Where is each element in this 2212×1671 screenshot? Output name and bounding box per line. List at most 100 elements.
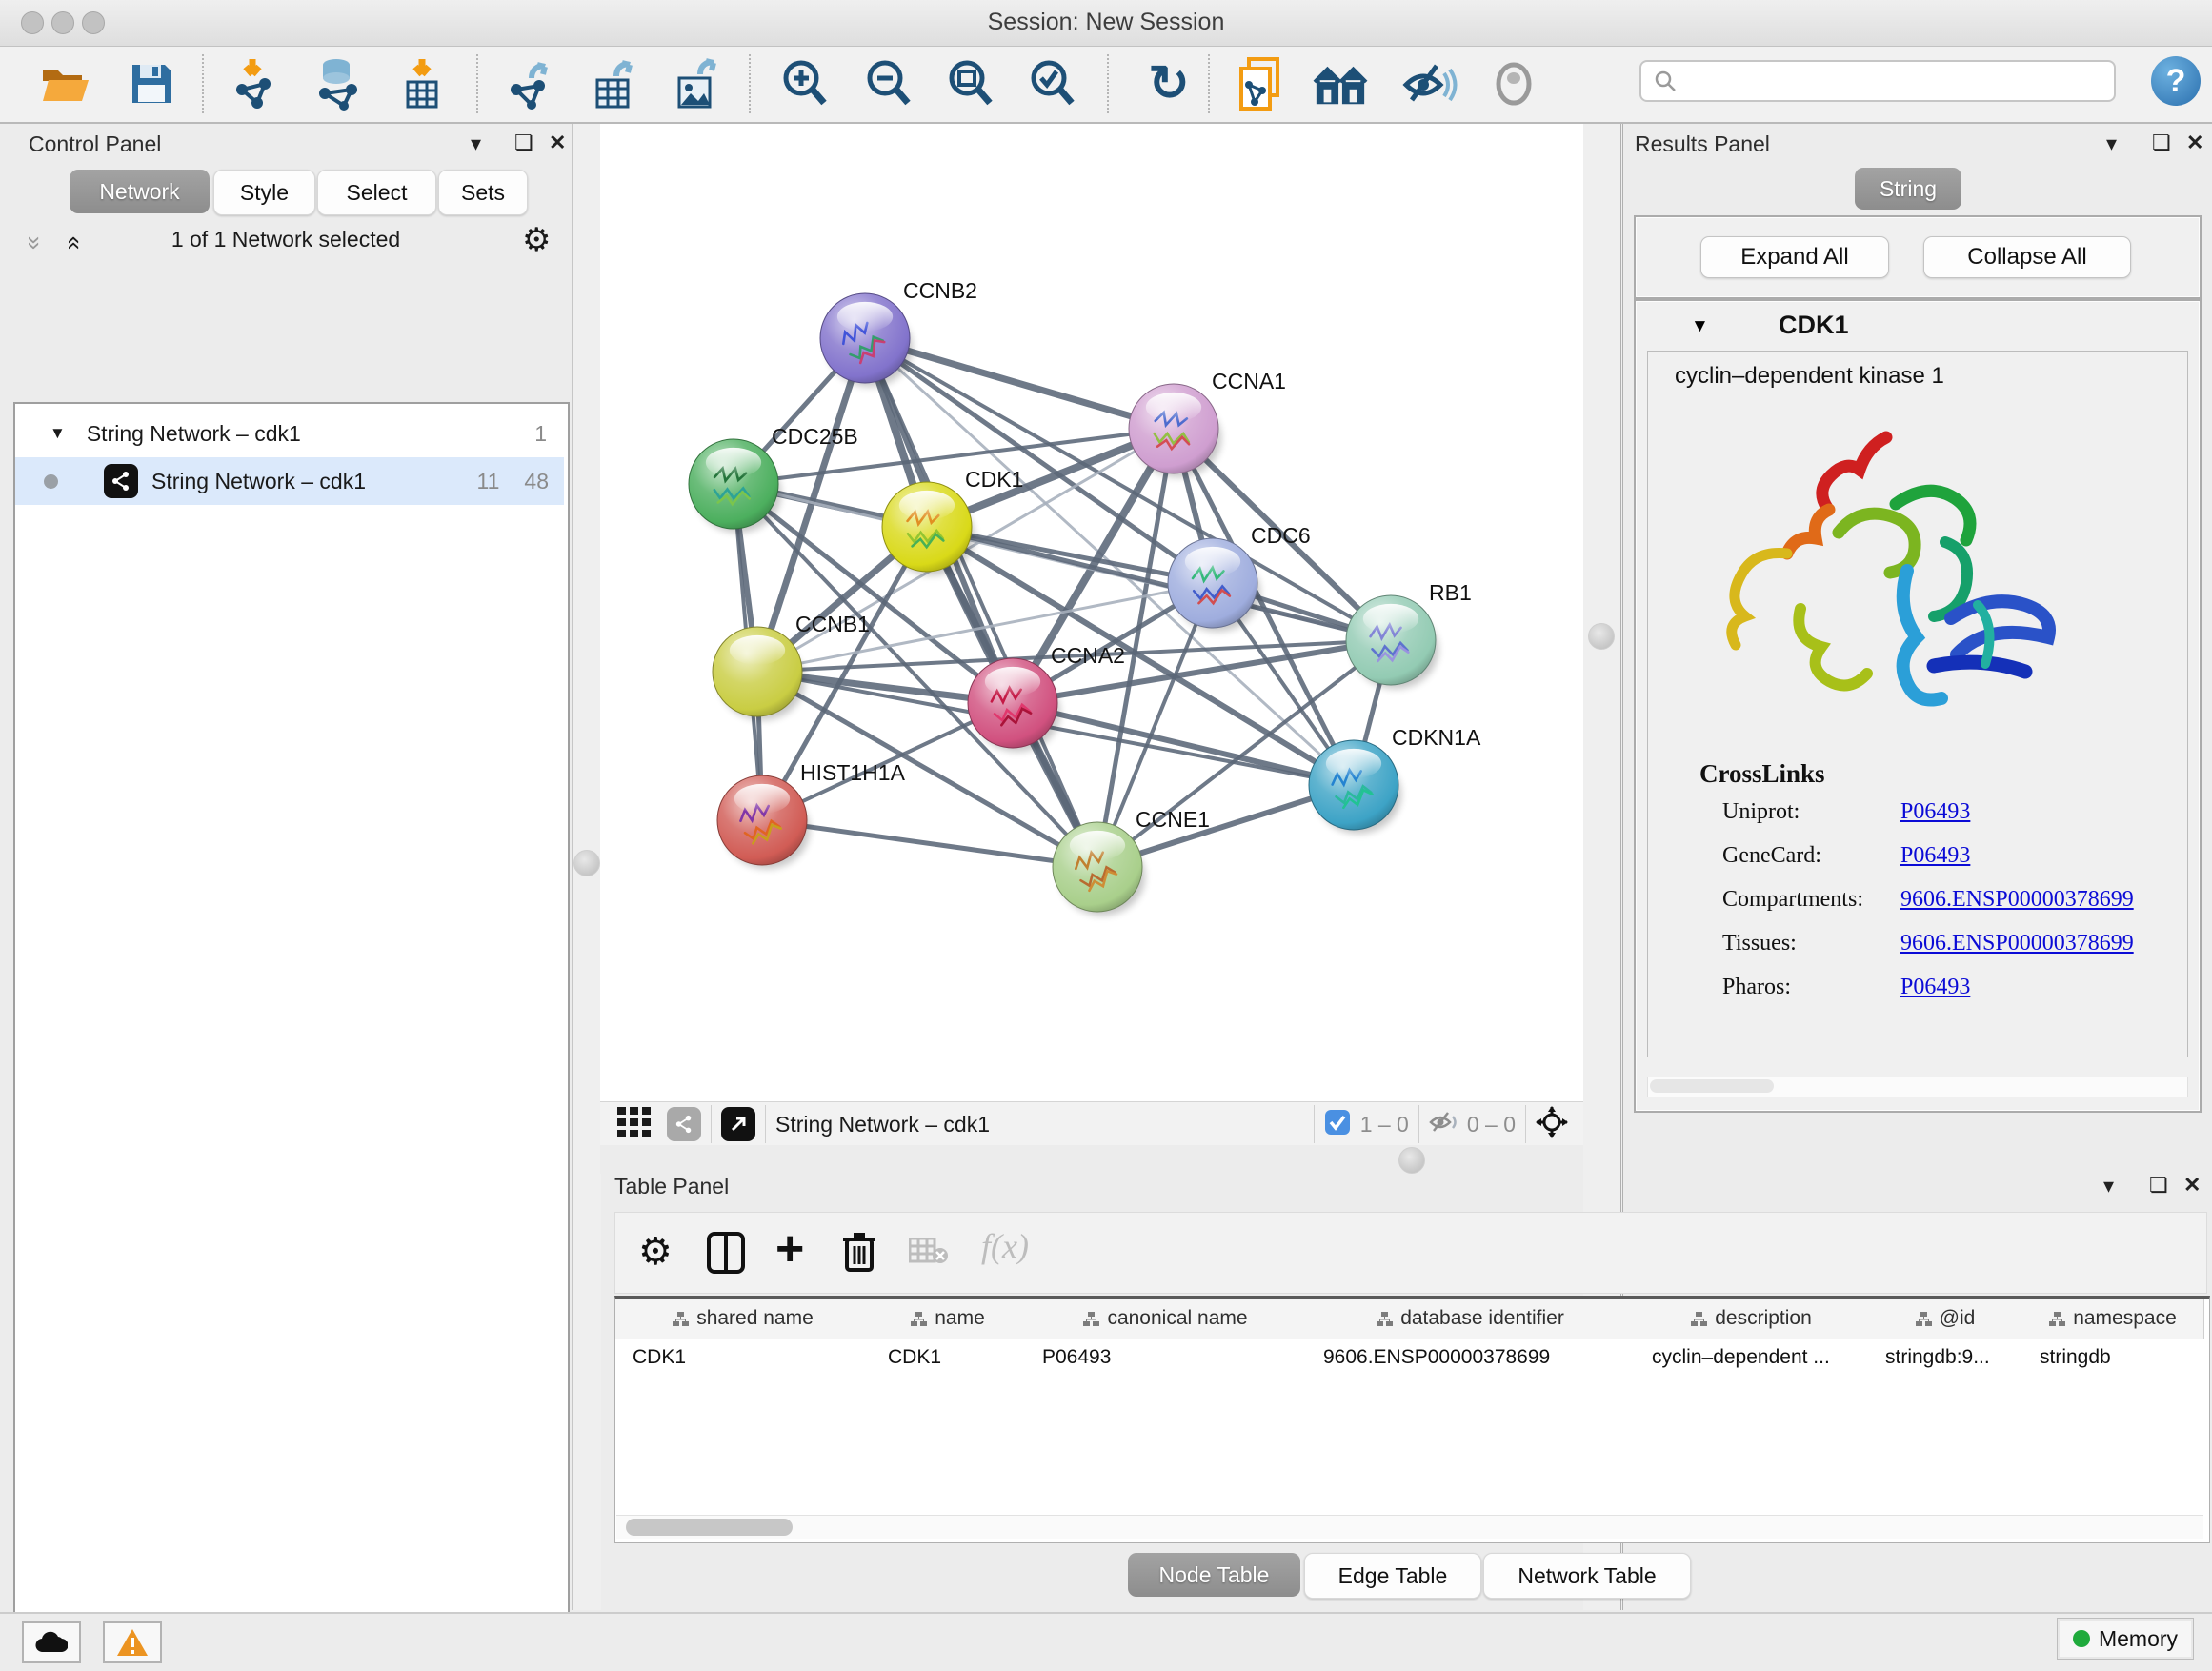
column-header-database-identifier[interactable]: database identifier [1306, 1299, 1636, 1339]
network-collection-row[interactable]: ▼ String Network – cdk1 1 [15, 410, 564, 457]
node-table[interactable]: shared namenamecanonical namedatabase id… [614, 1296, 2210, 1543]
delete-column-trash-icon[interactable] [842, 1230, 876, 1277]
memory-button[interactable]: Memory [2057, 1618, 2194, 1660]
table-options-gear-icon[interactable]: ⚙ [638, 1230, 673, 1274]
network-selection-summary: 1 of 1 Network selected [0, 227, 572, 252]
tab-network-table[interactable]: Network Table [1483, 1553, 1691, 1599]
tab-network[interactable]: Network [70, 170, 210, 213]
network-view-canvas[interactable]: CCNB2CCNA1CDC25BCDK1CDC6RB1CCNB1CCNA2CDK… [600, 124, 1583, 1101]
refresh-icon[interactable]: ↻ [1141, 56, 1196, 111]
table-cell-namespace[interactable]: stringdb [2022, 1339, 2203, 1376]
center-view-crosshair-icon[interactable] [1536, 1106, 1568, 1143]
results-horizontal-scrollbar[interactable] [1647, 1077, 2188, 1097]
node-CCNA1[interactable]: CCNA1 [1129, 369, 1286, 477]
crosslink-value-link[interactable]: 9606.ENSP00000378699 [1900, 931, 2134, 956]
column-header-namespace[interactable]: namespace [2022, 1299, 2204, 1339]
warning-icon [116, 1628, 149, 1657]
crosslink-value-link[interactable]: 9606.ENSP00000378699 [1900, 887, 2134, 913]
zoom-in-icon[interactable] [777, 56, 833, 111]
import-network-database-icon[interactable] [311, 56, 366, 111]
search-input[interactable] [1678, 68, 2101, 94]
column-header-name[interactable]: name [871, 1299, 1026, 1339]
table-panel-close-icon[interactable]: ✕ [2183, 1173, 2201, 1198]
selected-checkbox-icon[interactable] [1324, 1109, 1351, 1140]
warning-status-button[interactable] [103, 1621, 162, 1663]
table-panel-menu-icon[interactable]: ▾ [2103, 1174, 2114, 1198]
tab-style[interactable]: Style [213, 170, 315, 215]
crosslink-value-link[interactable]: P06493 [1900, 975, 1970, 1000]
tree-expander-icon[interactable]: ▼ [50, 424, 66, 443]
save-session-icon[interactable] [124, 56, 179, 111]
table-cell-description[interactable]: cyclin–dependent ... [1635, 1339, 1868, 1376]
table-cell-shared-name[interactable]: CDK1 [615, 1339, 871, 1376]
edge-HIST1H1A-CCNE1[interactable] [762, 820, 1097, 867]
column-header-description[interactable]: description [1635, 1299, 1869, 1339]
results-panel-menu-icon[interactable]: ▾ [2106, 131, 2117, 156]
zoom-selected-icon[interactable] [1025, 56, 1080, 111]
node-HIST1H1A[interactable]: HIST1H1A [717, 760, 906, 869]
import-network-file-icon[interactable] [227, 56, 282, 111]
collapse-all-button[interactable]: Collapse All [1923, 236, 2131, 278]
results-scrollbar-thumb[interactable] [1650, 1079, 1774, 1093]
table-cell-@id[interactable]: stringdb:9... [1868, 1339, 2022, 1376]
delete-table-icon-disabled [909, 1238, 949, 1271]
tab-string[interactable]: String [1855, 168, 1961, 210]
left-splitter-handle[interactable] [573, 850, 600, 876]
left-splitter[interactable] [572, 124, 601, 1610]
node-CDK1[interactable]: CDK1 [882, 467, 1023, 575]
open-session-icon[interactable] [38, 56, 93, 111]
cloud-status-button[interactable] [22, 1621, 81, 1663]
crosslink-value-link[interactable]: P06493 [1900, 799, 1970, 825]
open-in-window-icon[interactable] [721, 1107, 755, 1141]
control-panel-menu-icon[interactable]: ▾ [471, 131, 481, 156]
crosslink-value-link[interactable]: P06493 [1900, 843, 1970, 869]
node-RB1[interactable]: RB1 [1346, 580, 1472, 689]
column-header-canonical-name[interactable]: canonical name [1025, 1299, 1307, 1339]
cdk1-expander-icon[interactable]: ▼ [1691, 316, 1709, 337]
table-cell-canonical-name[interactable]: P06493 [1025, 1339, 1306, 1376]
control-panel-close-icon[interactable]: ✕ [549, 131, 566, 155]
show-columns-icon[interactable] [707, 1232, 745, 1278]
node-label-CDC25B: CDC25B [772, 424, 858, 449]
clone-network-icon[interactable] [1233, 56, 1288, 111]
home-networks-icon[interactable] [1313, 56, 1368, 111]
hidden-eye-slash-icon[interactable] [1429, 1110, 1459, 1139]
zoom-out-icon[interactable] [861, 56, 916, 111]
column-header-@id[interactable]: @id [1868, 1299, 2023, 1339]
export-network-icon[interactable] [503, 56, 558, 111]
right-splitter-handle[interactable] [1588, 623, 1615, 650]
tab-node-table[interactable]: Node Table [1128, 1553, 1300, 1597]
tab-sets[interactable]: Sets [438, 170, 528, 215]
column-header-shared-name[interactable]: shared name [615, 1299, 872, 1339]
export-image-icon[interactable] [669, 56, 724, 111]
control-panel-float-icon[interactable]: ❏ [514, 131, 533, 155]
birdseye-view-icon[interactable] [617, 1107, 652, 1142]
column-type-icon [1916, 1312, 1932, 1326]
zoom-fit-icon[interactable] [943, 56, 998, 111]
table-scrollbar-thumb[interactable] [626, 1519, 793, 1536]
node-CDKN1A[interactable]: CDKN1A [1309, 725, 1481, 834]
export-table-icon[interactable] [587, 56, 642, 111]
results-panel-close-icon[interactable]: ✕ [2186, 131, 2203, 155]
show-all-icon[interactable] [1486, 56, 1541, 111]
add-column-plus-icon[interactable]: + [775, 1220, 804, 1278]
horizontal-splitter-handle[interactable] [1398, 1147, 1425, 1174]
node-CCNB2[interactable]: CCNB2 [820, 278, 977, 387]
network-list-options-gear-icon[interactable]: ⚙ [522, 221, 551, 259]
tab-select[interactable]: Select [317, 170, 436, 215]
expand-all-button[interactable]: Expand All [1700, 236, 1889, 278]
results-panel-float-icon[interactable]: ❏ [2152, 131, 2171, 155]
table-panel-float-icon[interactable]: ❏ [2149, 1173, 2168, 1198]
table-horizontal-scrollbar[interactable] [616, 1515, 2203, 1539]
horizontal-splitter[interactable] [600, 1145, 1583, 1174]
string-panel-icon[interactable] [667, 1107, 701, 1141]
hide-selected-icon[interactable] [1402, 56, 1458, 111]
table-cell-database-identifier[interactable]: 9606.ENSP00000378699 [1306, 1339, 1635, 1376]
help-icon[interactable]: ? [2151, 56, 2201, 106]
edge-CCNA2-CDKN1A[interactable] [1013, 703, 1354, 785]
import-table-icon[interactable] [394, 56, 450, 111]
network-row[interactable]: String Network – cdk1 11 48 [15, 457, 564, 505]
tab-edge-table[interactable]: Edge Table [1304, 1553, 1481, 1599]
selected-counter: 1 – 0 [1360, 1112, 1409, 1137]
table-cell-name[interactable]: CDK1 [871, 1339, 1025, 1376]
